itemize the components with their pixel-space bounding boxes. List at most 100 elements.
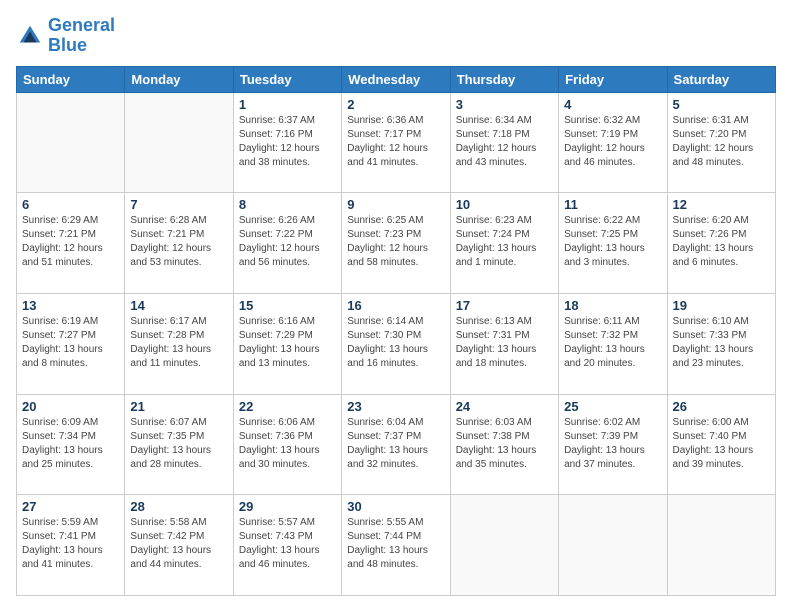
day-number: 1 xyxy=(239,97,336,112)
calendar-week-row: 1 Sunrise: 6:37 AM Sunset: 7:16 PM Daylig… xyxy=(17,92,776,193)
calendar-day-cell: 11 Sunrise: 6:22 AM Sunset: 7:25 PM Dayli… xyxy=(559,193,667,294)
day-info: Sunrise: 6:07 AM Sunset: 7:35 PM Dayligh… xyxy=(130,416,227,472)
calendar-day-cell: 9 Sunrise: 6:25 AM Sunset: 7:23 PM Daylig… xyxy=(342,193,450,294)
calendar-day-cell: 16 Sunrise: 6:14 AM Sunset: 7:30 PM Dayli… xyxy=(342,293,450,394)
calendar-day-cell: 22 Sunrise: 6:06 AM Sunset: 7:36 PM Dayli… xyxy=(233,394,341,495)
day-info: Sunrise: 6:32 AM Sunset: 7:19 PM Dayligh… xyxy=(564,114,661,170)
day-info: Sunrise: 6:03 AM Sunset: 7:38 PM Dayligh… xyxy=(456,416,553,472)
day-info: Sunrise: 6:14 AM Sunset: 7:30 PM Dayligh… xyxy=(347,315,444,371)
weekday-header-row: SundayMondayTuesdayWednesdayThursdayFrid… xyxy=(17,66,776,92)
day-info: Sunrise: 6:23 AM Sunset: 7:24 PM Dayligh… xyxy=(456,214,553,270)
day-info: Sunrise: 6:22 AM Sunset: 7:25 PM Dayligh… xyxy=(564,214,661,270)
calendar-day-cell: 7 Sunrise: 6:28 AM Sunset: 7:21 PM Daylig… xyxy=(125,193,233,294)
weekday-header-cell: Sunday xyxy=(17,66,125,92)
day-number: 19 xyxy=(673,298,770,313)
calendar-day-cell: 5Sunrise: 6:31 AM Sunset: 7:20 PM Daylig… xyxy=(667,92,775,193)
day-info: Sunrise: 5:57 AM Sunset: 7:43 PM Dayligh… xyxy=(239,516,336,572)
calendar-day-cell: 25 Sunrise: 6:02 AM Sunset: 7:39 PM Dayli… xyxy=(559,394,667,495)
day-number: 6 xyxy=(22,197,119,212)
day-number: 3 xyxy=(456,97,553,112)
calendar-week-row: 13Sunrise: 6:19 AM Sunset: 7:27 PM Dayli… xyxy=(17,293,776,394)
day-number: 22 xyxy=(239,399,336,414)
day-info: Sunrise: 6:31 AM Sunset: 7:20 PM Dayligh… xyxy=(673,114,770,170)
logo-icon xyxy=(16,22,44,50)
day-number: 15 xyxy=(239,298,336,313)
calendar-day-cell: 27Sunrise: 5:59 AM Sunset: 7:41 PM Dayli… xyxy=(17,495,125,596)
calendar-day-cell: 17 Sunrise: 6:13 AM Sunset: 7:31 PM Dayli… xyxy=(450,293,558,394)
calendar-day-cell: 21 Sunrise: 6:07 AM Sunset: 7:35 PM Dayli… xyxy=(125,394,233,495)
calendar-day-cell: 29 Sunrise: 5:57 AM Sunset: 7:43 PM Dayli… xyxy=(233,495,341,596)
calendar-body: 1 Sunrise: 6:37 AM Sunset: 7:16 PM Daylig… xyxy=(17,92,776,595)
day-info: Sunrise: 6:02 AM Sunset: 7:39 PM Dayligh… xyxy=(564,416,661,472)
calendar-week-row: 6Sunrise: 6:29 AM Sunset: 7:21 PM Daylig… xyxy=(17,193,776,294)
calendar-day-cell: 13Sunrise: 6:19 AM Sunset: 7:27 PM Dayli… xyxy=(17,293,125,394)
calendar-day-cell: 23 Sunrise: 6:04 AM Sunset: 7:37 PM Dayli… xyxy=(342,394,450,495)
calendar-day-cell: 8Sunrise: 6:26 AM Sunset: 7:22 PM Daylig… xyxy=(233,193,341,294)
day-number: 18 xyxy=(564,298,661,313)
day-info: Sunrise: 6:19 AM Sunset: 7:27 PM Dayligh… xyxy=(22,315,119,371)
day-number: 23 xyxy=(347,399,444,414)
day-number: 12 xyxy=(673,197,770,212)
calendar-week-row: 20Sunrise: 6:09 AM Sunset: 7:34 PM Dayli… xyxy=(17,394,776,495)
day-number: 24 xyxy=(456,399,553,414)
day-info: Sunrise: 6:06 AM Sunset: 7:36 PM Dayligh… xyxy=(239,416,336,472)
weekday-header-cell: Wednesday xyxy=(342,66,450,92)
day-info: Sunrise: 6:37 AM Sunset: 7:16 PM Dayligh… xyxy=(239,114,336,170)
day-info: Sunrise: 6:36 AM Sunset: 7:17 PM Dayligh… xyxy=(347,114,444,170)
day-info: Sunrise: 5:55 AM Sunset: 7:44 PM Dayligh… xyxy=(347,516,444,572)
day-number: 4 xyxy=(564,97,661,112)
calendar-day-cell: 10 Sunrise: 6:23 AM Sunset: 7:24 PM Dayli… xyxy=(450,193,558,294)
calendar-day-cell: 19 Sunrise: 6:10 AM Sunset: 7:33 PM Dayli… xyxy=(667,293,775,394)
day-info: Sunrise: 6:28 AM Sunset: 7:21 PM Dayligh… xyxy=(130,214,227,270)
weekday-header-cell: Friday xyxy=(559,66,667,92)
day-info: Sunrise: 5:58 AM Sunset: 7:42 PM Dayligh… xyxy=(130,516,227,572)
day-number: 21 xyxy=(130,399,227,414)
day-number: 10 xyxy=(456,197,553,212)
calendar-day-cell: 1 Sunrise: 6:37 AM Sunset: 7:16 PM Daylig… xyxy=(233,92,341,193)
day-number: 2 xyxy=(347,97,444,112)
weekday-header-cell: Tuesday xyxy=(233,66,341,92)
calendar-day-cell: 14 Sunrise: 6:17 AM Sunset: 7:28 PM Dayli… xyxy=(125,293,233,394)
day-number: 30 xyxy=(347,499,444,514)
day-number: 25 xyxy=(564,399,661,414)
calendar-day-cell: 15 Sunrise: 6:16 AM Sunset: 7:29 PM Dayli… xyxy=(233,293,341,394)
calendar-day-cell: 4 Sunrise: 6:32 AM Sunset: 7:19 PM Daylig… xyxy=(559,92,667,193)
day-info: Sunrise: 6:25 AM Sunset: 7:23 PM Dayligh… xyxy=(347,214,444,270)
calendar-day-cell: 26Sunrise: 6:00 AM Sunset: 7:40 PM Dayli… xyxy=(667,394,775,495)
day-number: 11 xyxy=(564,197,661,212)
day-number: 17 xyxy=(456,298,553,313)
day-info: Sunrise: 6:00 AM Sunset: 7:40 PM Dayligh… xyxy=(673,416,770,472)
day-number: 14 xyxy=(130,298,227,313)
calendar-day-cell: 20Sunrise: 6:09 AM Sunset: 7:34 PM Dayli… xyxy=(17,394,125,495)
day-number: 7 xyxy=(130,197,227,212)
calendar-day-cell: 30 Sunrise: 5:55 AM Sunset: 7:44 PM Dayli… xyxy=(342,495,450,596)
header: General Blue xyxy=(16,16,776,56)
calendar-day-cell: 18 Sunrise: 6:11 AM Sunset: 7:32 PM Dayli… xyxy=(559,293,667,394)
calendar-day-cell: 24 Sunrise: 6:03 AM Sunset: 7:38 PM Dayli… xyxy=(450,394,558,495)
calendar-week-row: 27Sunrise: 5:59 AM Sunset: 7:41 PM Dayli… xyxy=(17,495,776,596)
day-info: Sunrise: 6:10 AM Sunset: 7:33 PM Dayligh… xyxy=(673,315,770,371)
calendar-day-cell: 6Sunrise: 6:29 AM Sunset: 7:21 PM Daylig… xyxy=(17,193,125,294)
day-info: Sunrise: 6:11 AM Sunset: 7:32 PM Dayligh… xyxy=(564,315,661,371)
logo-text: General Blue xyxy=(48,16,115,56)
day-number: 16 xyxy=(347,298,444,313)
calendar-day-cell: 28Sunrise: 5:58 AM Sunset: 7:42 PM Dayli… xyxy=(125,495,233,596)
calendar-day-cell: 3 Sunrise: 6:34 AM Sunset: 7:18 PM Daylig… xyxy=(450,92,558,193)
day-info: Sunrise: 6:17 AM Sunset: 7:28 PM Dayligh… xyxy=(130,315,227,371)
weekday-header-cell: Monday xyxy=(125,66,233,92)
day-info: Sunrise: 6:04 AM Sunset: 7:37 PM Dayligh… xyxy=(347,416,444,472)
day-info: Sunrise: 6:34 AM Sunset: 7:18 PM Dayligh… xyxy=(456,114,553,170)
day-info: Sunrise: 6:26 AM Sunset: 7:22 PM Dayligh… xyxy=(239,214,336,270)
day-info: Sunrise: 6:16 AM Sunset: 7:29 PM Dayligh… xyxy=(239,315,336,371)
calendar-table: SundayMondayTuesdayWednesdayThursdayFrid… xyxy=(16,66,776,596)
day-number: 27 xyxy=(22,499,119,514)
day-number: 9 xyxy=(347,197,444,212)
day-info: Sunrise: 6:20 AM Sunset: 7:26 PM Dayligh… xyxy=(673,214,770,270)
calendar-day-cell: 12 Sunrise: 6:20 AM Sunset: 7:26 PM Dayli… xyxy=(667,193,775,294)
day-number: 29 xyxy=(239,499,336,514)
day-number: 20 xyxy=(22,399,119,414)
calendar-day-cell xyxy=(450,495,558,596)
calendar-day-cell: 2 Sunrise: 6:36 AM Sunset: 7:17 PM Daylig… xyxy=(342,92,450,193)
day-info: Sunrise: 6:13 AM Sunset: 7:31 PM Dayligh… xyxy=(456,315,553,371)
page: General Blue SundayMondayTuesdayWednesda… xyxy=(0,0,792,612)
